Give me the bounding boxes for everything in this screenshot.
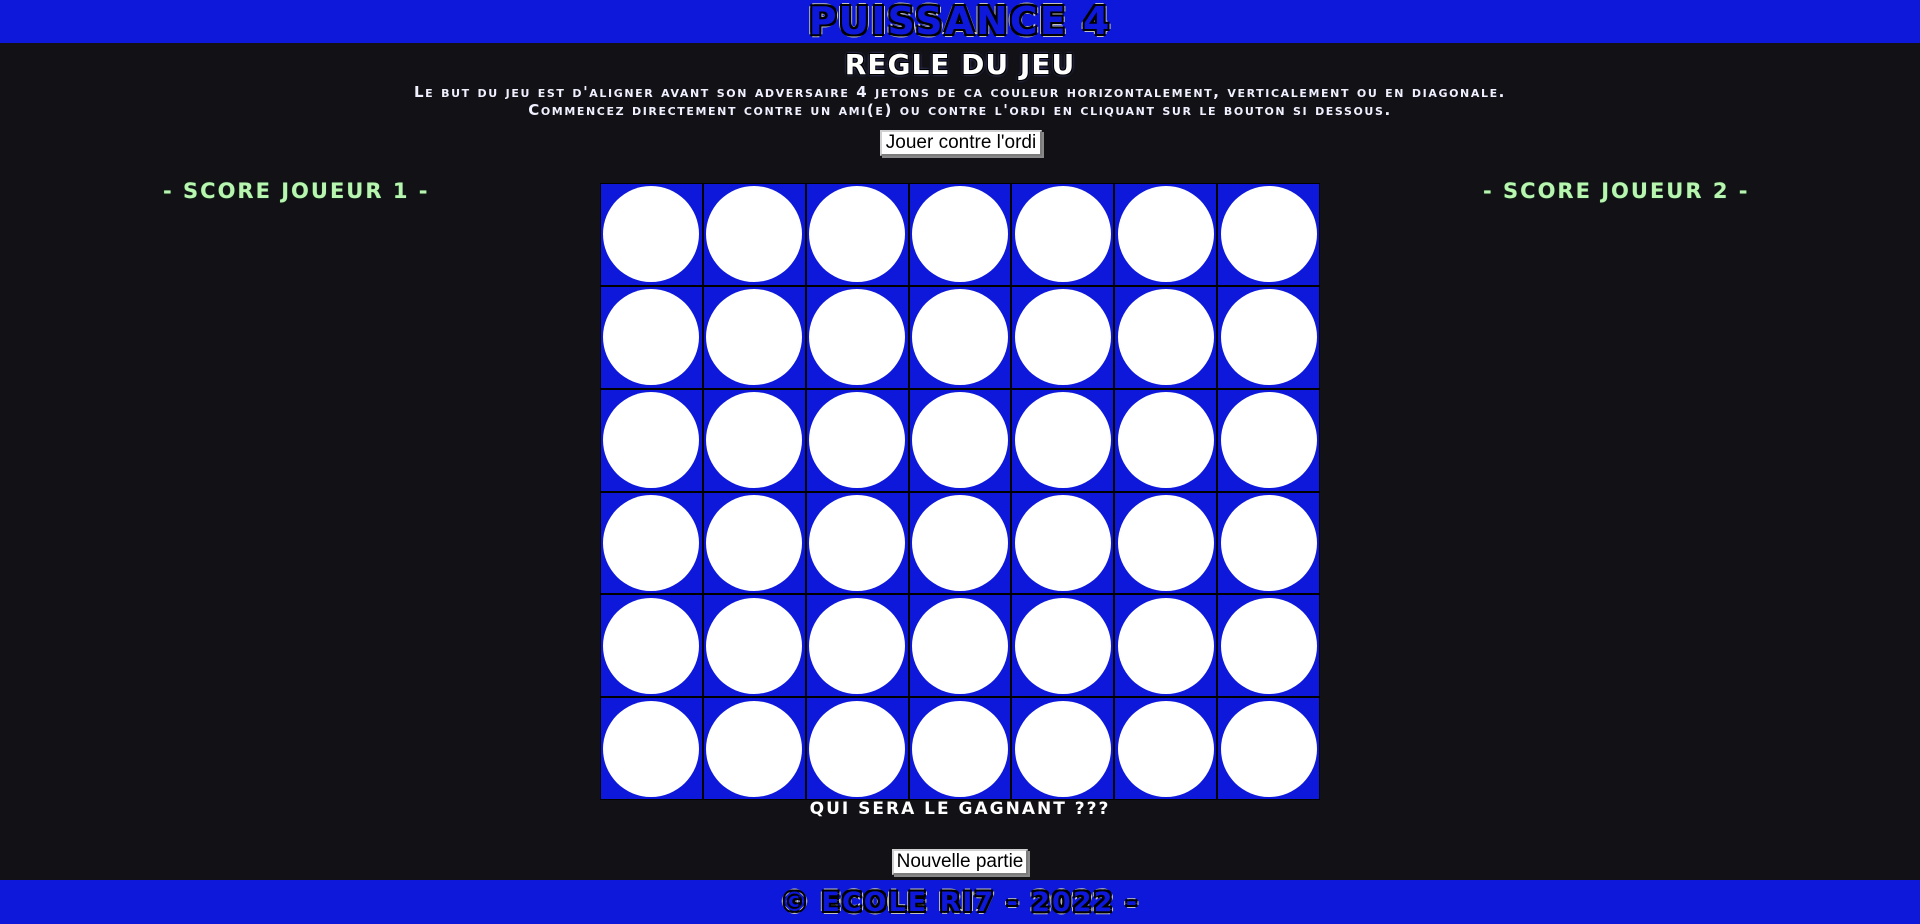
score-player-1-label: - SCORE JOUEUR 1 - [163,179,430,203]
token-slot-empty [911,186,1008,283]
board-cell[interactable] [1114,388,1218,492]
token-slot-empty [1220,392,1317,489]
token-slot-empty [809,186,906,283]
board-cell[interactable] [702,388,806,492]
header-bar: PUISSANCE 4 [0,0,1920,43]
token-slot-empty [809,289,906,386]
token-slot-empty [603,289,700,386]
board-cell[interactable] [702,491,806,595]
rules-title: REGLE DU JEU [844,48,1076,81]
token-slot-empty [809,392,906,489]
token-slot-empty [603,186,700,283]
token-slot-empty [706,289,803,386]
token-slot-empty [1014,392,1111,489]
board-cell[interactable] [1011,285,1115,389]
rules-description: Le but du jeu est d'aligner avant son ad… [0,83,1920,119]
rules-line-1: Le but du jeu est d'aligner avant son ad… [414,83,1506,101]
board-cell[interactable] [805,388,909,492]
board-cell[interactable] [1011,594,1115,698]
board-cell[interactable] [702,183,806,286]
winner-status-message: QUI SERA LE GAGNANT ??? [809,799,1111,819]
board-cell[interactable] [600,594,703,698]
footer-bar: © ECOLE RI7 - 2022 - [0,880,1920,924]
rules-line-2: Commencez directement contre un ami(e) o… [528,101,1392,119]
board-cell[interactable] [1114,594,1218,698]
token-slot-empty [706,700,803,797]
token-slot-empty [1014,186,1111,283]
token-slot-empty [603,392,700,489]
token-slot-empty [911,289,1008,386]
token-slot-empty [1117,494,1214,591]
token-slot-empty [1220,700,1317,797]
board-cell[interactable] [600,183,703,286]
token-slot-empty [911,597,1008,694]
token-slot-empty [911,392,1008,489]
board-cell[interactable] [805,491,909,595]
token-slot-empty [603,494,700,591]
token-slot-empty [1220,289,1317,386]
board-cell[interactable] [600,285,703,389]
token-slot-empty [911,494,1008,591]
board-cell[interactable] [805,594,909,698]
new-game-button[interactable]: Nouvelle partie [892,849,1028,875]
board-cell[interactable] [600,388,703,492]
board-cell[interactable] [1011,697,1115,800]
token-slot-empty [1117,597,1214,694]
token-slot-empty [809,494,906,591]
site-title: PUISSANCE 4 [808,0,1112,43]
token-slot-empty [1014,597,1111,694]
token-slot-empty [809,700,906,797]
board-cell[interactable] [1217,491,1320,595]
board-cell[interactable] [1217,285,1320,389]
board-cell[interactable] [1217,183,1320,286]
token-slot-empty [911,700,1008,797]
token-slot-empty [603,700,700,797]
token-slot-empty [1117,700,1214,797]
token-slot-empty [1014,494,1111,591]
board-cell[interactable] [702,697,806,800]
board-cell[interactable] [702,594,806,698]
board-cell[interactable] [908,388,1012,492]
board-cell[interactable] [1217,697,1320,800]
token-slot-empty [1117,392,1214,489]
board-cell[interactable] [1114,183,1218,286]
play-vs-computer-button[interactable]: Jouer contre l'ordi [880,130,1042,156]
board-cell[interactable] [702,285,806,389]
board-cell[interactable] [1114,697,1218,800]
token-slot-empty [706,392,803,489]
board-cell[interactable] [908,491,1012,595]
game-board [600,183,1320,800]
board-cell[interactable] [908,594,1012,698]
board-cell[interactable] [908,183,1012,286]
score-player-2-label: - SCORE JOUEUR 2 - [1483,179,1750,203]
token-slot-empty [706,597,803,694]
footer-copyright: © ECOLE RI7 - 2022 - [780,886,1140,918]
board-cell[interactable] [1011,183,1115,286]
board-cell[interactable] [805,285,909,389]
token-slot-empty [1014,700,1111,797]
board-cell[interactable] [1217,388,1320,492]
token-slot-empty [1220,494,1317,591]
board-cell[interactable] [1011,491,1115,595]
board-cell[interactable] [805,697,909,800]
board-cell[interactable] [1011,388,1115,492]
token-slot-empty [1117,289,1214,386]
token-slot-empty [1220,186,1317,283]
board-cell[interactable] [908,697,1012,800]
board-cell[interactable] [600,491,703,595]
token-slot-empty [1014,289,1111,386]
token-slot-empty [1117,186,1214,283]
board-cell[interactable] [1114,491,1218,595]
token-slot-empty [1220,597,1317,694]
token-slot-empty [706,494,803,591]
board-cell[interactable] [600,697,703,800]
board-cell[interactable] [805,183,909,286]
token-slot-empty [706,186,803,283]
token-slot-empty [603,597,700,694]
board-cell[interactable] [1114,285,1218,389]
token-slot-empty [809,597,906,694]
board-cell[interactable] [908,285,1012,389]
board-cell[interactable] [1217,594,1320,698]
